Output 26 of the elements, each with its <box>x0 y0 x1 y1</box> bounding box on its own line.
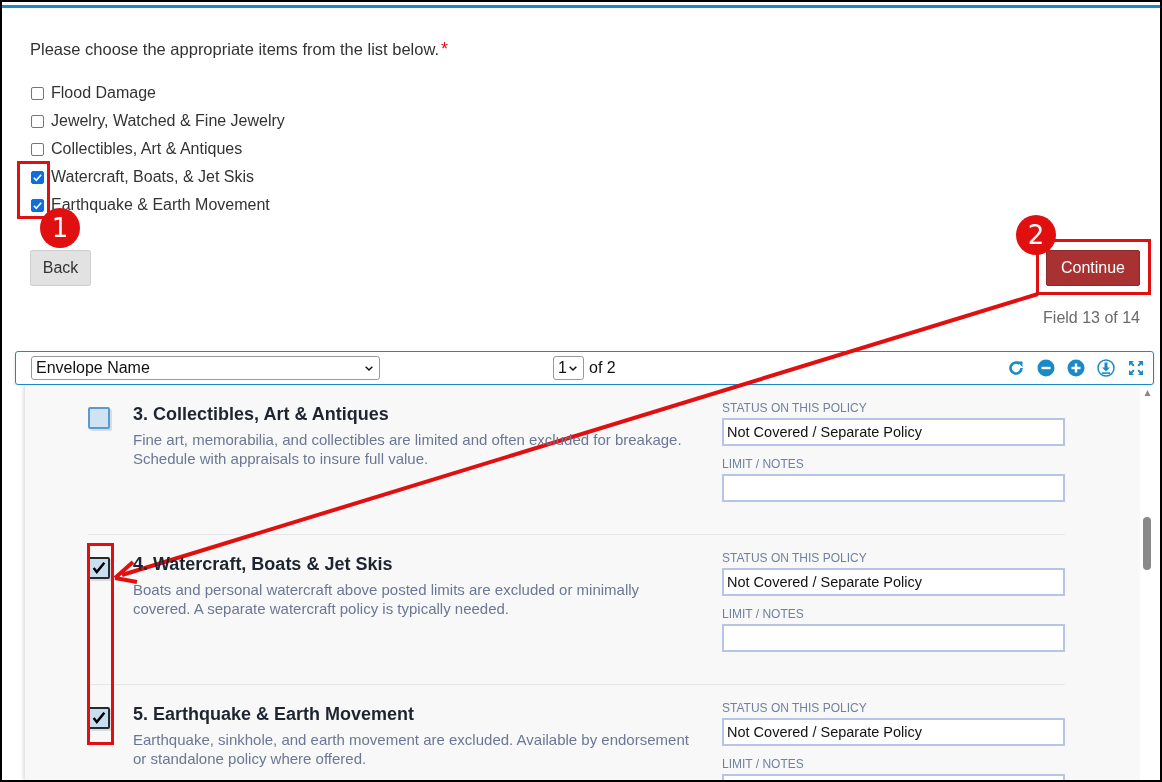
option-label[interactable]: Collectibles, Art & Antiques <box>51 140 243 158</box>
page-count: of 2 <box>589 359 616 377</box>
item-title: 3. Collectibles, Art & Antiques <box>133 404 390 424</box>
question-text: Please choose the appropriate items from the list below. <box>30 40 440 58</box>
status-field[interactable]: Not Covered / Separate Policy <box>722 418 1065 446</box>
envelope-select[interactable]: Envelope Name <box>31 356 380 380</box>
option-label[interactable]: Watercraft, Boats, & Jet Skis <box>51 168 255 186</box>
status-field[interactable]: Not Covered / Separate Policy <box>722 568 1065 596</box>
field-counter: Field 13 of 14 <box>1043 309 1140 326</box>
step-badge: 2 <box>1016 215 1056 255</box>
continue-button[interactable]: Continue <box>1046 250 1140 286</box>
option-label[interactable]: Jewelry, Watched & Fine Jewelry <box>51 112 285 130</box>
status-field[interactable]: Not Covered / Separate Policy <box>722 718 1065 746</box>
option-label[interactable]: Flood Damage <box>51 84 156 102</box>
field-label: STATUS ON THIS POLICY <box>722 551 868 565</box>
required-mark: * <box>441 39 449 59</box>
field-label: LIMIT / NOTES <box>722 757 805 771</box>
page-select[interactable]: 1 <box>553 356 584 380</box>
field-label: STATUS ON THIS POLICY <box>722 701 868 715</box>
item-description: Earthquake, sinkhole, and earth movement are excluded. Available by endorsement or standalone policy where offered. <box>133 730 690 768</box>
item-title: 5. Earthquake & Earth Movement <box>133 704 416 724</box>
item-description: Boats and personal watercraft above posted limits are excluded or minimally covered. A separate watercraft policy is typically needed. <box>133 580 641 618</box>
field-label: LIMIT / NOTES <box>722 457 805 471</box>
field-label: LIMIT / NOTES <box>722 607 805 621</box>
back-button[interactable]: Back <box>30 250 91 286</box>
field-label: STATUS ON THIS POLICY <box>722 401 868 415</box>
